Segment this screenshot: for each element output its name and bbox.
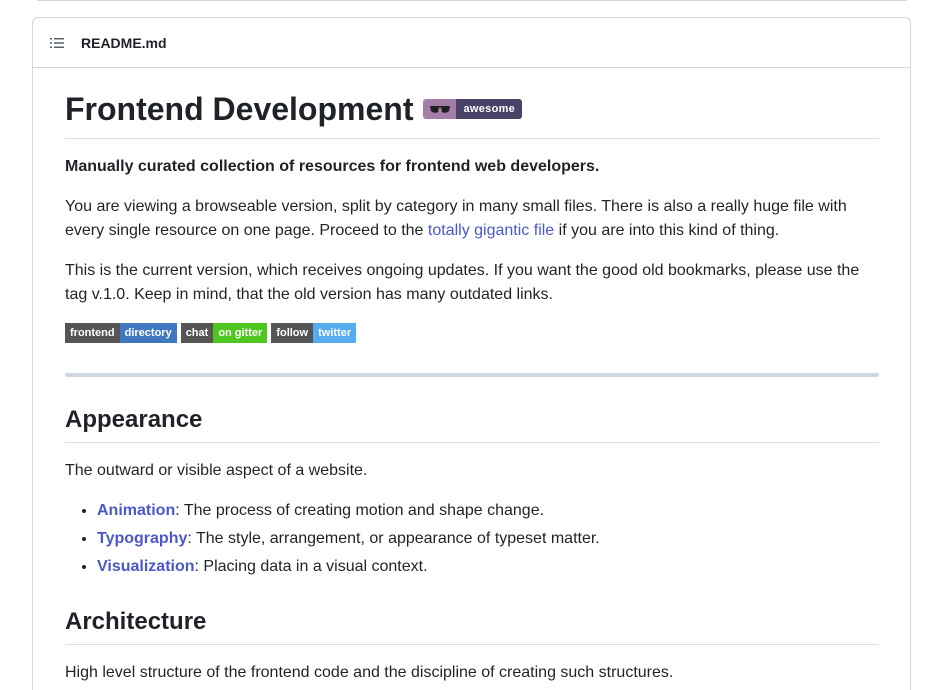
intro-lead: Manually curated collection of resources…	[65, 158, 600, 175]
typography-link[interactable]: Typography	[97, 530, 187, 547]
appearance-list: Animation: The process of creating motio…	[65, 499, 879, 579]
badge-left-label: follow	[271, 323, 314, 343]
horizontal-rule	[65, 373, 879, 377]
awesome-badge[interactable]: awesome	[423, 99, 523, 119]
sunglasses-icon	[423, 99, 457, 119]
intro-paragraph-1: You are viewing a browseable version, sp…	[65, 195, 879, 243]
animation-link[interactable]: Animation	[97, 502, 175, 519]
list-item-text: : Placing data in a visual context.	[194, 558, 428, 575]
readme-content: Frontend Development awesome Manually cu…	[65, 86, 879, 685]
chat-gitter-badge[interactable]: chat on gitter	[180, 323, 268, 343]
follow-twitter-badge[interactable]: follow twitter	[271, 323, 357, 343]
list-item: Animation: The process of creating motio…	[97, 499, 879, 523]
list-item-text: : The style, arrangement, or appearance …	[187, 530, 600, 547]
badge-left-label: frontend	[65, 323, 120, 343]
top-divider	[37, 0, 907, 1]
badge-left-label: chat	[180, 323, 214, 343]
list-item: Typography: The style, arrangement, or a…	[97, 527, 879, 551]
totally-gigantic-file-link[interactable]: totally gigantic file	[428, 222, 554, 239]
badge-row: frontend directory chat on gitter follow…	[65, 323, 879, 343]
appearance-description: The outward or visible aspect of a websi…	[65, 462, 368, 479]
list-item: Visualization: Placing data in a visual …	[97, 555, 879, 579]
frontend-directory-badge[interactable]: frontend directory	[65, 323, 177, 343]
section-heading-appearance: Appearance	[65, 405, 879, 443]
intro-paragraph-2: This is the current version, which recei…	[65, 262, 860, 303]
page-title: Frontend Development awesome	[65, 89, 879, 139]
readme-file-name: README.md	[81, 34, 167, 51]
page-title-text: Frontend Development	[65, 91, 414, 127]
badge-right-label: twitter	[313, 323, 357, 343]
awesome-badge-label: awesome	[456, 99, 523, 119]
visualization-link[interactable]: Visualization	[97, 558, 195, 575]
badge-right-label: directory	[119, 323, 177, 343]
section-heading-architecture: Architecture	[65, 607, 879, 645]
list-unordered-icon[interactable]	[49, 35, 65, 51]
list-item-text: : The process of creating motion and sha…	[175, 502, 545, 519]
intro-paragraph-1-end: if you are into this kind of thing.	[554, 222, 780, 239]
readme-header: README.md	[33, 18, 910, 68]
readme-container: README.md Frontend Development awesome M…	[32, 17, 911, 690]
architecture-description: High level structure of the frontend cod…	[65, 664, 674, 681]
badge-right-label: on gitter	[213, 323, 268, 343]
